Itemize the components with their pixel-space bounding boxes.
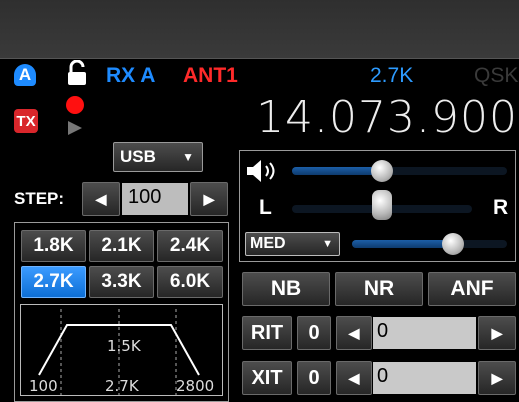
arrow-right-icon: ▶: [491, 369, 503, 386]
lock-icon[interactable]: [66, 59, 88, 86]
arrow-left-icon: ◀: [95, 190, 107, 207]
arrow-right-icon: ▶: [491, 324, 503, 341]
xit-offset-field[interactable]: 0: [373, 362, 476, 394]
filter-button[interactable]: 3.3K: [89, 266, 154, 298]
xit-increase-button[interactable]: ▶: [478, 361, 516, 395]
rit-offset-field[interactable]: 0: [373, 317, 476, 349]
agc-knob[interactable]: [441, 233, 464, 255]
filter-button[interactable]: 2.4K: [157, 230, 223, 262]
filter-passband-graph[interactable]: 1.5K 100 2.7K 2800: [20, 304, 223, 396]
title-bar: [0, 0, 519, 59]
xit-decrease-button[interactable]: ◀: [336, 361, 372, 395]
speaker-icon[interactable]: [245, 158, 281, 189]
arrow-left-icon: ◀: [348, 369, 360, 386]
graph-center-label: 1.5K: [107, 337, 141, 355]
antenna-label[interactable]: ANT1: [183, 64, 238, 88]
agc-slider[interactable]: [352, 240, 507, 248]
filter-button[interactable]: 1.8K: [21, 230, 86, 262]
xit-clear-button[interactable]: 0: [297, 361, 331, 395]
rx-label[interactable]: RX A: [106, 64, 155, 88]
qsk-indicator[interactable]: QSK: [474, 64, 518, 88]
chevron-down-icon: ▼: [322, 238, 333, 250]
step-value-field[interactable]: 100: [122, 183, 188, 215]
balance-right-label: R: [493, 196, 509, 219]
step-label: STEP:: [14, 189, 65, 208]
rit-increase-button[interactable]: ▶: [478, 316, 516, 350]
nr-button[interactable]: NR: [335, 272, 423, 306]
balance-left-label: L: [259, 196, 272, 219]
volume-fill: [292, 167, 383, 175]
rit-decrease-button[interactable]: ◀: [336, 316, 372, 350]
record-dot-icon[interactable]: [66, 96, 84, 114]
volume-slider[interactable]: [292, 167, 507, 175]
tx-badge[interactable]: TX: [14, 109, 38, 133]
arrow-left-icon: ◀: [348, 324, 360, 341]
graph-low-label: 100: [29, 377, 58, 395]
graph-width-label: 2.7K: [105, 377, 139, 395]
mode-select[interactable]: USB ▼: [113, 142, 203, 172]
xit-button[interactable]: XIT: [242, 361, 292, 395]
bandwidth-readout: 2.7K: [370, 64, 414, 87]
filter-button-selected[interactable]: 2.7K: [21, 266, 86, 298]
play-icon[interactable]: [66, 119, 84, 142]
agc-mode-select[interactable]: MED ▼: [245, 232, 340, 256]
nb-button[interactable]: NB: [242, 272, 330, 306]
anf-button[interactable]: ANF: [428, 272, 516, 306]
rit-clear-button[interactable]: 0: [297, 316, 331, 350]
agc-fill: [352, 240, 453, 248]
filter-button[interactable]: 6.0K: [157, 266, 223, 298]
arrow-right-icon: ▶: [203, 190, 215, 207]
graph-high-label: 2800: [176, 377, 215, 395]
step-decrease-button[interactable]: ◀: [82, 182, 120, 216]
frequency-display[interactable]: 14.073.900: [218, 92, 518, 143]
vfo-a-icon[interactable]: A: [14, 64, 36, 86]
step-increase-button[interactable]: ▶: [190, 182, 228, 216]
chevron-down-icon: ▼: [182, 150, 194, 164]
filter-button[interactable]: 2.1K: [89, 230, 154, 262]
rit-button[interactable]: RIT: [242, 316, 292, 350]
balance-knob[interactable]: [372, 190, 392, 220]
